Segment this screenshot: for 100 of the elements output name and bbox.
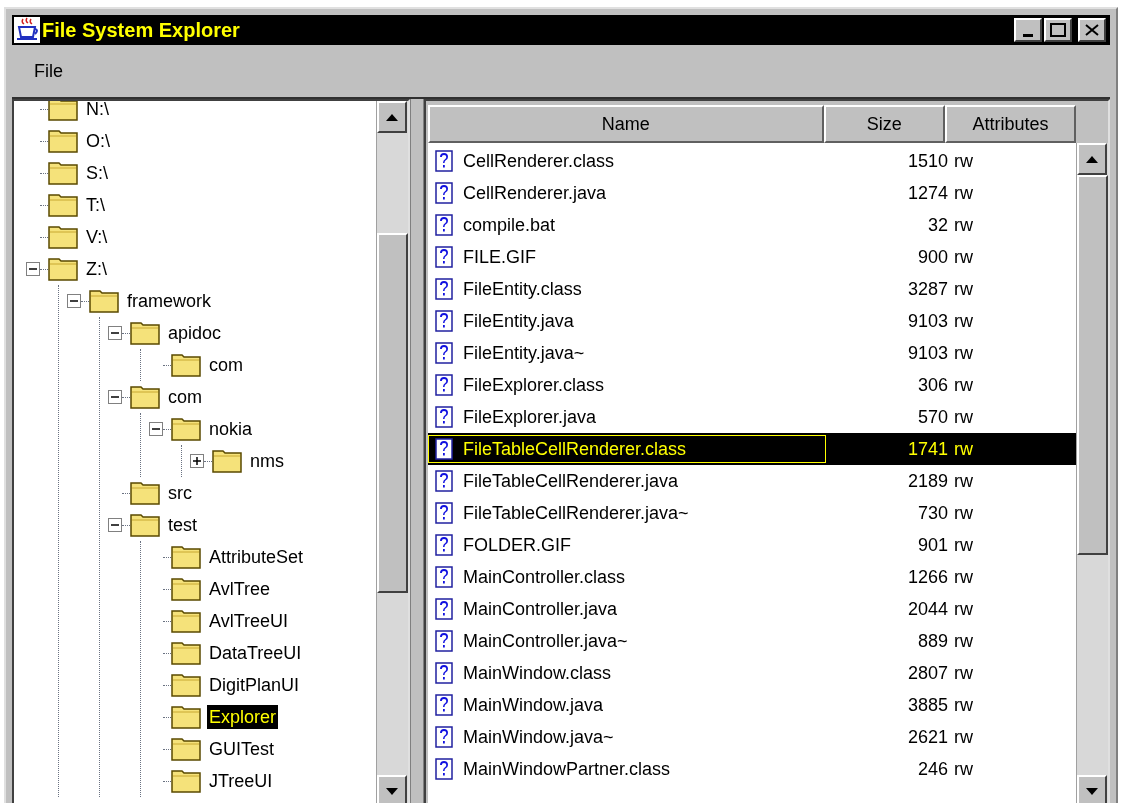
minimize-icon <box>1023 34 1033 37</box>
file-size: 1741 <box>907 437 948 461</box>
unknown-file-icon <box>435 150 453 172</box>
file-size: 2189 <box>907 469 948 493</box>
file-attributes: rw <box>954 470 973 491</box>
folder-label[interactable]: DataTreeUI <box>207 641 304 665</box>
folder-label[interactable]: AttributeSet <box>207 545 306 569</box>
file-attributes: rw <box>954 502 973 523</box>
unknown-file-icon <box>435 502 453 524</box>
file-size: 3885 <box>907 693 948 717</box>
file-size: 1274 <box>907 181 948 205</box>
scroll-up-button[interactable] <box>377 101 407 133</box>
scroll-down-button[interactable] <box>377 775 407 803</box>
file-size: 32 <box>927 213 948 237</box>
scroll-up-button[interactable] <box>1077 143 1107 175</box>
column-header[interactable]: Name <box>428 105 824 143</box>
file-attributes: rw <box>954 662 973 683</box>
column-header[interactable]: Size <box>823 105 945 143</box>
folder-label[interactable]: GUITest <box>207 737 276 761</box>
folder-icon <box>171 673 201 697</box>
folder-label[interactable]: apidoc <box>166 321 224 345</box>
unknown-file-icon <box>435 470 453 492</box>
folder-label[interactable]: JTreeUI <box>207 769 275 793</box>
file-name: FILE.GIF <box>463 245 536 269</box>
unknown-file-icon <box>435 598 453 620</box>
file-attributes: rw <box>954 566 973 587</box>
file-name: MainController.java~ <box>463 629 628 653</box>
file-attributes: rw <box>954 150 973 171</box>
file-attributes: rw <box>954 374 973 395</box>
folder-label[interactable]: AvlTreeUI <box>207 609 291 633</box>
collapse-toggle-icon[interactable] <box>67 294 81 308</box>
folder-icon <box>130 321 160 345</box>
file-name: MainWindow.class <box>463 661 612 685</box>
file-size: 1266 <box>907 565 948 589</box>
close-button[interactable] <box>1078 18 1106 42</box>
folder-icon <box>171 417 201 441</box>
file-row[interactable]: FileTableCellRenderer.class 1741 rw <box>428 433 1076 465</box>
collapse-toggle-icon[interactable] <box>149 422 163 436</box>
file-size: 901 <box>917 533 948 557</box>
file-name: FileTableCellRenderer.class <box>463 437 687 461</box>
unknown-file-icon <box>435 406 453 428</box>
file-attributes: rw <box>954 246 973 267</box>
file-size: 2807 <box>907 661 948 685</box>
unknown-file-icon <box>435 534 453 556</box>
vertical-scrollbar[interactable] <box>376 101 408 803</box>
file-name: FOLDER.GIF <box>463 533 571 557</box>
folder-label[interactable]: com <box>207 353 245 377</box>
scroll-down-button[interactable] <box>1077 775 1107 803</box>
file-attributes: rw <box>954 342 973 363</box>
file-name: FileEntity.java <box>463 309 574 333</box>
folder-label[interactable]: Z:\ <box>84 257 109 281</box>
file-size: 730 <box>917 501 948 525</box>
up-arrow-icon <box>386 113 398 121</box>
folder-label[interactable]: N:\ <box>84 101 111 121</box>
expand-toggle-icon[interactable] <box>190 454 204 468</box>
folder-label[interactable]: AvlTree <box>207 577 273 601</box>
folder-label[interactable]: V:\ <box>84 225 110 249</box>
folder-label[interactable]: Explorer <box>207 705 279 729</box>
file-name: FileEntity.class <box>463 277 582 301</box>
menu-item[interactable]: File <box>34 57 63 85</box>
folder-icon <box>48 193 78 217</box>
vertical-scrollbar[interactable] <box>1076 143 1108 803</box>
folder-label[interactable]: nokia <box>207 417 255 441</box>
minimize-button[interactable] <box>1014 18 1042 42</box>
folder-label[interactable]: test <box>166 513 199 537</box>
collapse-toggle-icon[interactable] <box>26 262 40 276</box>
folder-label[interactable]: T:\ <box>84 193 107 217</box>
folder-icon <box>171 737 201 761</box>
unknown-file-icon <box>435 342 453 364</box>
folder-label[interactable]: nms <box>248 449 286 473</box>
file-size: 9103 <box>907 341 948 365</box>
file-size: 246 <box>917 757 948 781</box>
scrollbar-thumb[interactable] <box>1077 175 1108 555</box>
unknown-file-icon <box>435 438 453 460</box>
folder-label[interactable]: framework <box>125 289 213 313</box>
folder-label[interactable]: O:\ <box>84 129 112 153</box>
file-name: CellRenderer.class <box>463 149 615 173</box>
folder-icon <box>171 705 201 729</box>
folder-icon <box>171 641 201 665</box>
unknown-file-icon <box>435 246 453 268</box>
collapse-toggle-icon[interactable] <box>108 390 122 404</box>
file-name: CellRenderer.java <box>463 181 607 205</box>
collapse-toggle-icon[interactable] <box>108 326 122 340</box>
file-attributes: rw <box>954 214 973 235</box>
file-size: 570 <box>917 405 948 429</box>
folder-label[interactable]: DigitPlanUI <box>207 673 302 697</box>
unknown-file-icon <box>435 310 453 332</box>
scrollbar-thumb[interactable] <box>377 233 408 593</box>
folder-label[interactable]: src <box>166 481 194 505</box>
file-size: 900 <box>917 245 948 269</box>
collapse-toggle-icon[interactable] <box>108 518 122 532</box>
folder-label[interactable]: S:\ <box>84 161 110 185</box>
folder-icon <box>89 289 119 313</box>
folder-label[interactable]: com <box>166 385 204 409</box>
maximize-button[interactable] <box>1044 18 1072 42</box>
window-title: File System Explorer <box>42 18 240 43</box>
folder-icon <box>171 609 201 633</box>
file-attributes: rw <box>954 598 973 619</box>
column-header[interactable]: Attributes <box>944 105 1076 143</box>
file-name: MainController.class <box>463 565 626 589</box>
